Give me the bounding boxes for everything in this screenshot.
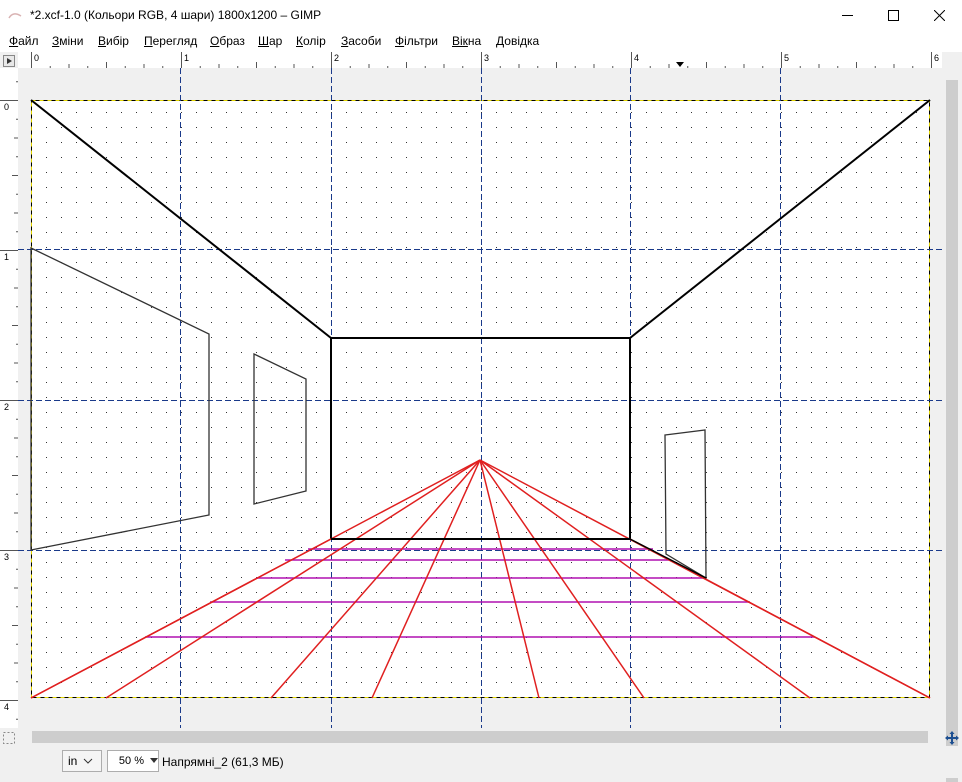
status-message: Напрямні_2 (61,3 МБ) [162,755,284,769]
ruler-label: 4 [4,702,9,712]
navigate-icon[interactable] [944,730,960,746]
menu-help[interactable]: Довідка [496,34,539,48]
menu-windows[interactable]: Вікна [452,34,481,48]
ruler-label: 2 [4,402,9,412]
menu-file[interactable]: Файл [9,34,39,48]
triangle-right-icon [7,58,12,64]
zoom-value: 50 % [118,755,144,767]
image-menu-button[interactable] [3,55,15,67]
ruler-label: 0 [4,102,9,112]
vertical-ruler[interactable]: 0 1 2 3 4 [0,68,18,728]
ruler-label: 4 [634,53,639,63]
vertical-scrollbar-thumb[interactable] [946,80,958,782]
horizontal-scrollbar[interactable] [18,728,942,746]
minimize-icon [841,15,853,16]
gimp-app-icon[interactable] [8,10,22,20]
window-title: *2.xcf-1.0 (Кольори RGB, 4 шари) 1800x12… [30,8,322,22]
ruler-label: 1 [184,53,189,63]
close-button[interactable] [916,0,962,31]
zoom-dropdown-icon[interactable] [150,758,158,763]
menu-view[interactable]: Перегляд [144,34,197,48]
ruler-label: 6 [934,53,939,63]
close-icon [933,10,945,21]
menu-edit[interactable]: Зміни [52,34,84,48]
quick-mask-icon[interactable] [2,731,16,745]
horizontal-scrollbar-thumb[interactable] [32,731,928,743]
image-canvas[interactable] [18,68,942,728]
status-bar: in 50 % Напрямні_2 (61,3 МБ) [0,746,962,778]
horizontal-ruler[interactable]: 0 1 2 3 4 5 6 [18,52,942,68]
ruler-label: 3 [484,53,489,63]
ruler-label: 0 [34,53,39,63]
unit-value: in [68,754,78,768]
menu-image[interactable]: Образ [210,34,245,48]
ruler-label: 5 [784,53,789,63]
title-bar: *2.xcf-1.0 (Кольори RGB, 4 шари) 1800x12… [0,0,962,31]
maximize-button[interactable] [870,0,916,31]
menu-tools[interactable]: Засоби [341,34,381,48]
menu-filters[interactable]: Фільтри [395,34,438,48]
unit-select[interactable]: in [62,750,102,772]
maximize-icon [887,10,899,21]
minimize-button[interactable] [824,0,870,31]
menu-select[interactable]: Вибір [98,34,129,48]
menu-colors[interactable]: Колір [296,34,326,48]
ruler-label: 1 [4,252,9,262]
grid-overlay [31,100,930,698]
ruler-label: 3 [4,552,9,562]
ruler-label: 2 [334,53,339,63]
vertical-scrollbar[interactable] [942,68,962,782]
chevron-down-icon [83,758,93,764]
menu-layer[interactable]: Шар [258,34,282,48]
menu-bar: Файл Зміни Вибір Перегляд Образ Шар Колі… [0,31,962,52]
